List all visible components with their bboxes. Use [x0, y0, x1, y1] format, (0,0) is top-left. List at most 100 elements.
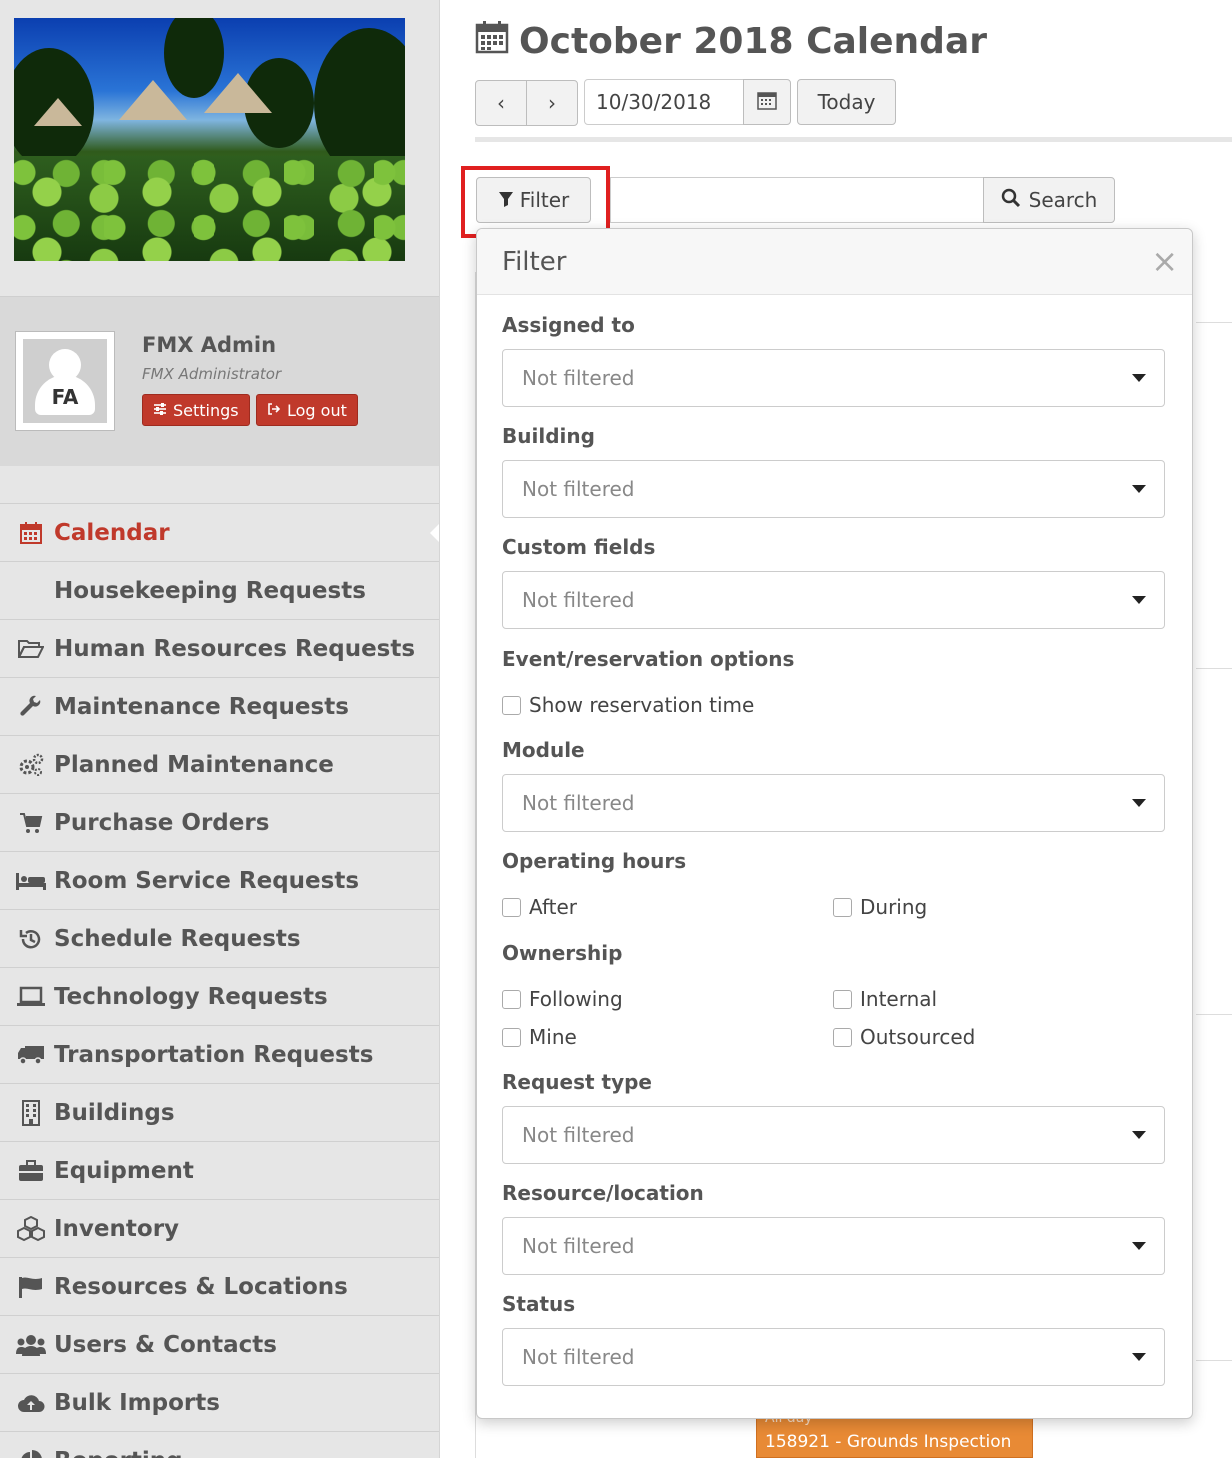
sidebar-item-human-resources-requests[interactable]: Human Resources Requests: [0, 619, 439, 677]
sidebar: FA FMX Admin FMX Administrator Settings …: [0, 0, 440, 1458]
sidebar-item-bulk-imports[interactable]: Bulk Imports: [0, 1373, 439, 1431]
filter-popover-title: Filter: [502, 247, 567, 277]
sidebar-item-technology-requests[interactable]: Technology Requests: [0, 967, 439, 1025]
sidebar-item-purchase-orders[interactable]: Purchase Orders: [0, 793, 439, 851]
next-month-button[interactable]: ›: [526, 80, 578, 126]
checkbox-box[interactable]: [502, 695, 521, 715]
sidebar-item-label: Purchase Orders: [54, 809, 270, 836]
settings-label: Settings: [173, 400, 239, 420]
close-icon[interactable]: ×: [1151, 245, 1178, 277]
outsourced-checkbox[interactable]: Outsourced: [833, 1025, 975, 1049]
banner-image: [14, 18, 405, 261]
bed-icon: [16, 871, 46, 891]
pie-chart-icon: [16, 1449, 46, 1458]
sidebar-item-label: Housekeeping Requests: [54, 577, 366, 604]
caret-down-icon: [1132, 799, 1146, 807]
sidebar-item-transportation-requests[interactable]: Transportation Requests: [0, 1025, 439, 1083]
module-label: Module: [502, 738, 585, 762]
logout-button[interactable]: Log out: [256, 394, 358, 426]
building-select[interactable]: Not filtered: [502, 460, 1165, 518]
sidebar-item-inventory[interactable]: Inventory: [0, 1199, 439, 1257]
status-value: Not filtered: [522, 1345, 635, 1369]
sidebar-item-calendar[interactable]: Calendar: [0, 503, 439, 561]
sidebar-item-users-and-contacts[interactable]: Users & Contacts: [0, 1315, 439, 1373]
header-divider: [475, 137, 1232, 142]
sidebar-item-room-service-requests[interactable]: Room Service Requests: [0, 851, 439, 909]
sidebar-item-housekeeping-requests[interactable]: Housekeeping Requests: [0, 561, 439, 619]
checkbox-box[interactable]: [833, 897, 852, 917]
search-label: Search: [1028, 188, 1098, 212]
internal-label: Internal: [860, 987, 938, 1011]
flag-icon: [16, 1276, 46, 1298]
search-icon: [1001, 188, 1021, 213]
request-type-select[interactable]: Not filtered: [502, 1106, 1165, 1164]
sidebar-nav: Calendar Housekeeping Requests Human Resou…: [0, 503, 439, 1458]
sidebar-item-label: Equipment: [54, 1157, 194, 1184]
user-name: FMX Admin: [142, 333, 277, 357]
date-picker-button[interactable]: [743, 79, 791, 125]
sidebar-item-equipment[interactable]: Equipment: [0, 1141, 439, 1199]
page-title-text: October 2018 Calendar: [519, 21, 987, 62]
sidebar-item-resources-and-locations[interactable]: Resources & Locations: [0, 1257, 439, 1315]
caret-down-icon: [1132, 1242, 1146, 1250]
mine-checkbox[interactable]: Mine: [502, 1025, 577, 1049]
users-icon: [16, 1334, 46, 1356]
status-select[interactable]: Not filtered: [502, 1328, 1165, 1386]
caret-down-icon: [1132, 596, 1146, 604]
request-type-label: Request type: [502, 1070, 652, 1094]
custom-fields-label: Custom fields: [502, 535, 656, 559]
checkbox-box[interactable]: [502, 1027, 521, 1047]
search-button[interactable]: Search: [983, 177, 1115, 223]
assigned-to-select[interactable]: Not filtered: [502, 349, 1165, 407]
caret-down-icon: [1132, 1131, 1146, 1139]
during-checkbox[interactable]: During: [833, 895, 927, 919]
checkbox-box[interactable]: [833, 1027, 852, 1047]
checkbox-box[interactable]: [502, 897, 521, 917]
cubes-icon: [16, 1215, 46, 1242]
module-select[interactable]: Not filtered: [502, 774, 1165, 832]
show-reservation-time-checkbox[interactable]: Show reservation time: [502, 693, 754, 717]
sidebar-item-label: Planned Maintenance: [54, 751, 334, 778]
outsourced-label: Outsourced: [860, 1025, 976, 1049]
sidebar-item-label: Human Resources Requests: [54, 635, 416, 662]
sidebar-item-label: Maintenance Requests: [54, 693, 349, 720]
sidebar-item-label: Room Service Requests: [54, 867, 360, 894]
chevron-right-icon: ›: [548, 91, 556, 115]
sidebar-item-buildings[interactable]: Buildings: [0, 1083, 439, 1141]
custom-fields-select[interactable]: Not filtered: [502, 571, 1165, 629]
sidebar-item-label: Buildings: [54, 1099, 175, 1126]
date-input[interactable]: [584, 79, 744, 125]
building-label: Building: [502, 424, 595, 448]
sidebar-item-label: Schedule Requests: [54, 925, 301, 952]
checkbox-box[interactable]: [833, 989, 852, 1009]
page-title: October 2018 Calendar: [475, 20, 987, 63]
calendar-small-icon: [757, 90, 777, 115]
internal-checkbox[interactable]: Internal: [833, 987, 937, 1011]
sidebar-item-reporting[interactable]: Reporting: [0, 1431, 439, 1458]
custom-fields-value: Not filtered: [522, 588, 635, 612]
resource-location-select[interactable]: Not filtered: [502, 1217, 1165, 1275]
following-checkbox[interactable]: Following: [502, 987, 623, 1011]
sidebar-item-schedule-requests[interactable]: Schedule Requests: [0, 909, 439, 967]
sidebar-item-label: Technology Requests: [54, 983, 328, 1010]
today-label: Today: [817, 90, 876, 114]
sidebar-item-maintenance-requests[interactable]: Maintenance Requests: [0, 677, 439, 735]
calendar-icon: [16, 521, 46, 545]
briefcase-icon: [16, 1159, 46, 1182]
sidebar-item-label: Users & Contacts: [54, 1331, 277, 1358]
today-button[interactable]: Today: [797, 79, 896, 125]
main-content: October 2018 Calendar ‹ › Today All day …: [441, 0, 1232, 1458]
calendar-icon: [475, 20, 509, 63]
after-checkbox[interactable]: After: [502, 895, 577, 919]
prev-month-button[interactable]: ‹: [475, 80, 527, 126]
module-value: Not filtered: [522, 791, 635, 815]
settings-button[interactable]: Settings: [142, 394, 250, 426]
mine-label: Mine: [529, 1025, 577, 1049]
caret-down-icon: [1132, 374, 1146, 382]
checkbox-box[interactable]: [502, 989, 521, 1009]
event-title: 158921 - Grounds Inspection: [765, 1432, 1012, 1452]
resource-location-value: Not filtered: [522, 1234, 635, 1258]
show-reservation-time-label: Show reservation time: [529, 693, 755, 717]
search-input[interactable]: [610, 177, 984, 223]
sidebar-item-planned-maintenance[interactable]: Planned Maintenance: [0, 735, 439, 793]
